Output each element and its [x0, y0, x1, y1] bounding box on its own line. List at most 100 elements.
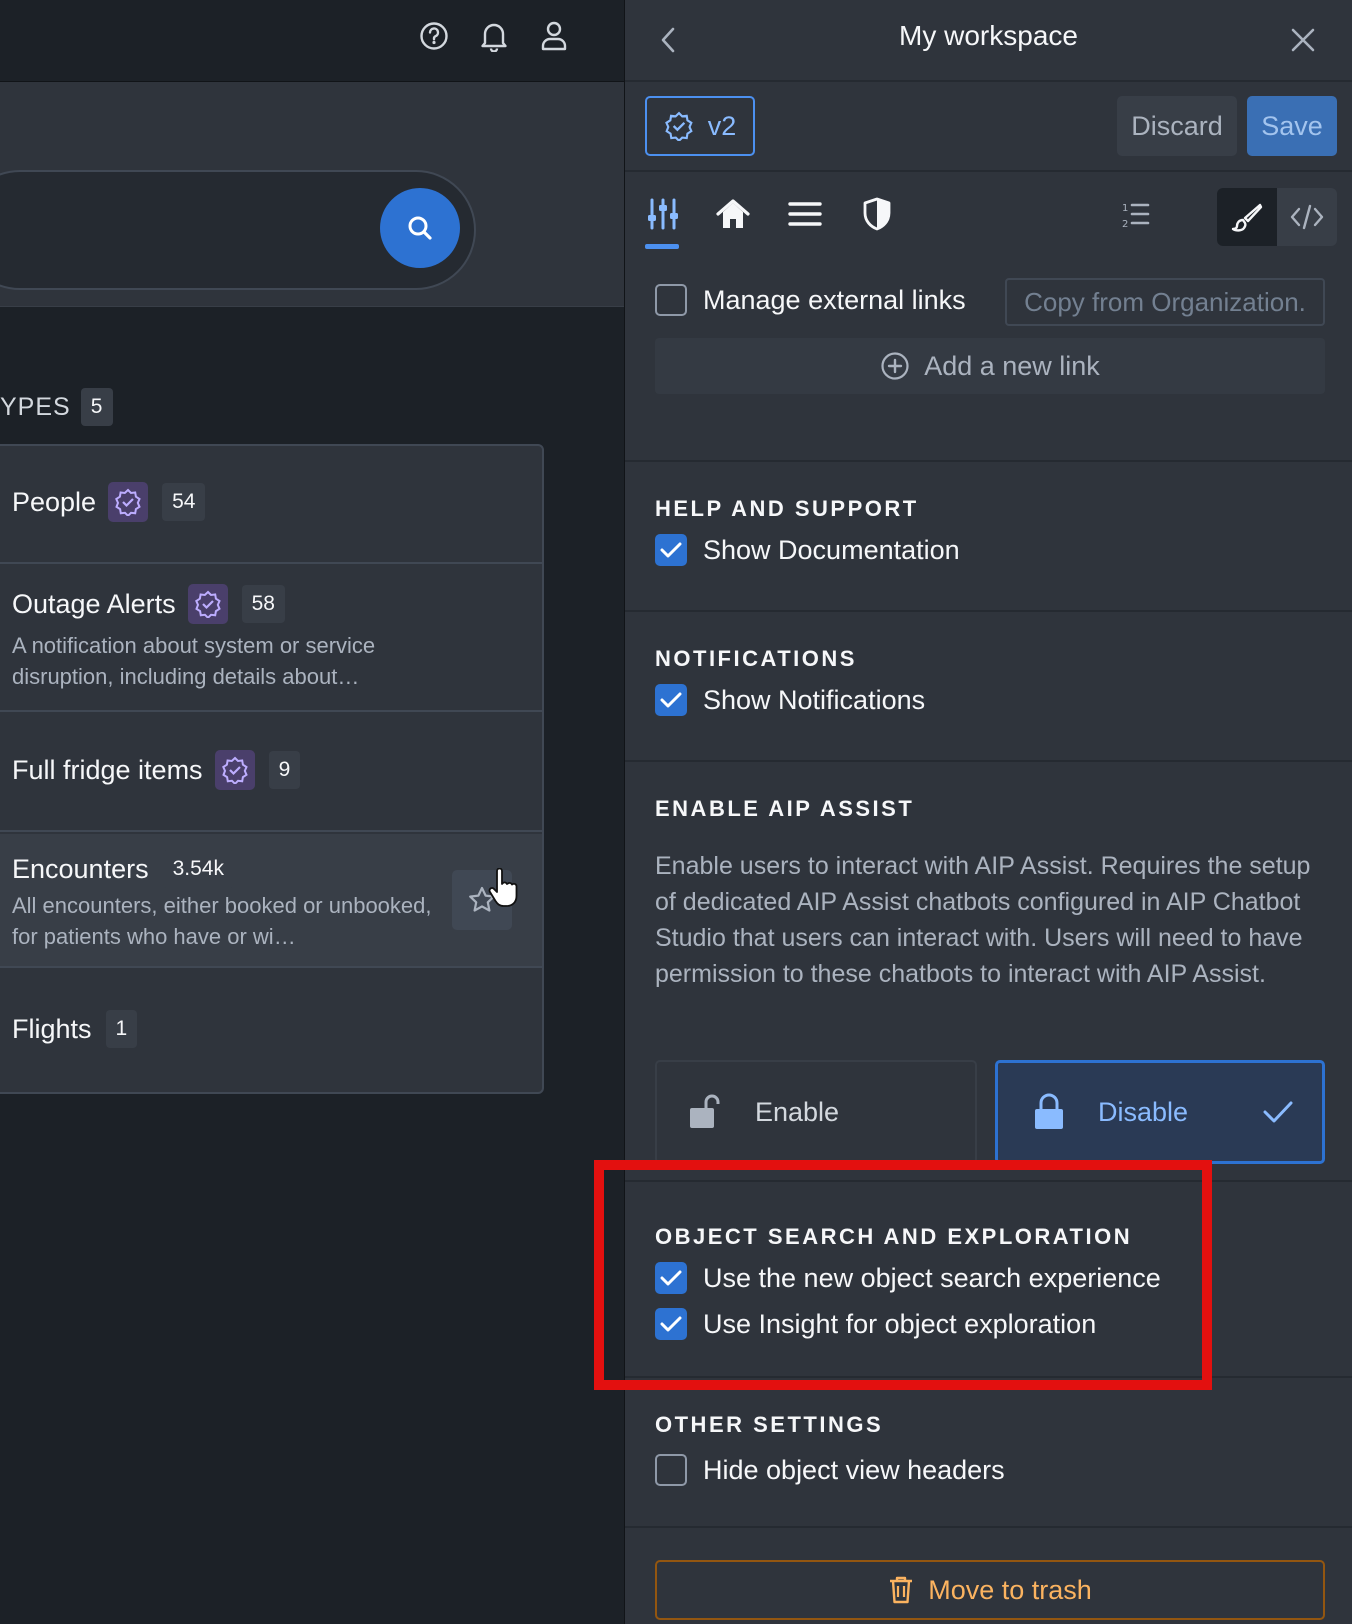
- add-new-link-button[interactable]: Add a new link: [655, 338, 1325, 394]
- disable-aip-option[interactable]: Disable: [995, 1060, 1325, 1164]
- sliders-icon: [648, 198, 678, 230]
- object-type-count: 3.54k: [162, 850, 234, 888]
- checkmark-icon: [660, 542, 682, 558]
- move-to-trash-label: Move to trash: [928, 1574, 1092, 1605]
- checkbox[interactable]: [655, 534, 687, 566]
- checkbox-label: Show Documentation: [703, 534, 960, 565]
- object-types-count: 5: [80, 388, 114, 426]
- search-button[interactable]: [380, 188, 460, 268]
- section-title: OTHER SETTINGS: [655, 1412, 884, 1437]
- discard-button[interactable]: Discard: [1117, 96, 1237, 156]
- object-type-count: 54: [162, 483, 206, 521]
- tab-menu[interactable]: [779, 188, 831, 240]
- object-type-name: Outage Alerts: [12, 588, 176, 619]
- insight-exploration-checkbox[interactable]: Use Insight for object exploration: [655, 1308, 1096, 1340]
- object-type-row-full-fridge-items[interactable]: Full fridge items 9: [0, 712, 542, 832]
- tab-settings[interactable]: [637, 188, 689, 240]
- checkbox[interactable]: [655, 684, 687, 716]
- object-type-name: Flights: [12, 1013, 92, 1044]
- active-tab-indicator: [645, 244, 679, 249]
- home-icon: [716, 199, 750, 228]
- object-search-section: OBJECT SEARCH AND EXPLORATION Use the ne…: [625, 1182, 1352, 1378]
- object-type-name: Full fridge items: [12, 754, 203, 785]
- links-section: Manage external links Copy from Organiza…: [625, 252, 1352, 462]
- object-type-row-people[interactable]: People 54: [0, 446, 542, 564]
- verified-badge-icon: [187, 584, 228, 624]
- trash-icon: [890, 1576, 913, 1604]
- panel-title: My workspace: [899, 20, 1078, 51]
- panel-header: My workspace: [625, 0, 1352, 82]
- object-types-heading: YPES 5: [0, 388, 114, 426]
- object-type-count: 1: [105, 1010, 138, 1048]
- checkbox[interactable]: [655, 284, 687, 316]
- object-type-count: 9: [268, 751, 301, 789]
- selected-check-icon: [1263, 1101, 1293, 1123]
- help-support-section: HELP AND SUPPORT Show Documentation: [625, 462, 1352, 612]
- hide-object-view-headers-checkbox[interactable]: Hide object view headers: [655, 1454, 1005, 1486]
- tab-ordered-list[interactable]: 12: [1109, 188, 1161, 240]
- version-tag-button[interactable]: v2: [645, 96, 755, 156]
- enable-label: Enable: [755, 1096, 840, 1127]
- manage-external-links-checkbox[interactable]: Manage external links: [655, 284, 966, 316]
- object-type-count: 58: [241, 585, 285, 623]
- unlock-icon: [690, 1094, 720, 1128]
- new-object-search-checkbox[interactable]: Use the new object search experience: [655, 1262, 1161, 1294]
- section-title: HELP AND SUPPORT: [655, 496, 919, 521]
- settings-tabs: 12: [625, 174, 1352, 252]
- checkmark-icon: [660, 1316, 682, 1332]
- checkbox-label: Manage external links: [703, 284, 966, 315]
- danger-section: Move to trash: [625, 1528, 1352, 1624]
- shield-icon: [863, 197, 891, 231]
- show-documentation-checkbox[interactable]: Show Documentation: [655, 534, 960, 566]
- show-notifications-checkbox[interactable]: Show Notifications: [655, 684, 925, 716]
- verified-badge-icon: [214, 750, 255, 790]
- app-topbar: [0, 0, 624, 82]
- checkbox[interactable]: [655, 1262, 687, 1294]
- section-title: ENABLE AIP ASSIST: [655, 796, 915, 821]
- verified-badge-icon: [108, 482, 149, 522]
- save-button[interactable]: Save: [1247, 96, 1337, 156]
- object-type-row-flights[interactable]: Flights 1: [0, 970, 542, 1092]
- tab-permissions[interactable]: [851, 188, 903, 240]
- notifications-section: NOTIFICATIONS Show Notifications: [625, 612, 1352, 762]
- copy-from-organization-button[interactable]: Copy from Organization.: [1005, 278, 1325, 326]
- visual-mode-button[interactable]: [1217, 188, 1277, 246]
- code-mode-button[interactable]: [1277, 188, 1337, 246]
- enable-aip-option[interactable]: Enable: [655, 1060, 977, 1164]
- search-icon: [408, 216, 432, 240]
- notifications-bell-icon[interactable]: [478, 18, 510, 54]
- version-label: v2: [707, 110, 737, 141]
- panel-toolbar: v2 Discard Save: [625, 84, 1352, 172]
- checkmark-icon: [660, 1270, 682, 1286]
- aip-assist-description: Enable users to interact with AIP Assist…: [655, 852, 1311, 988]
- svg-text:2: 2: [1122, 219, 1128, 229]
- hand-pointer-cursor-icon: [488, 868, 518, 907]
- help-icon[interactable]: [418, 18, 450, 54]
- object-type-list: People 54 Outage Alerts 58 A notificatio…: [0, 444, 544, 1094]
- object-type-description: All encounters, either booked or unbooke…: [12, 893, 432, 949]
- checkbox[interactable]: [655, 1308, 687, 1340]
- section-title: OBJECT SEARCH AND EXPLORATION: [655, 1224, 1133, 1249]
- object-explorer-pane: YPES 5 People 54 Outage Alerts 58 A noti: [0, 0, 624, 1624]
- checkbox[interactable]: [655, 1454, 687, 1486]
- tab-home[interactable]: [707, 188, 759, 240]
- object-type-row-outage-alerts[interactable]: Outage Alerts 58 A notification about sy…: [0, 564, 542, 712]
- settings-scroll-area[interactable]: Manage external links Copy from Organiza…: [625, 252, 1352, 1624]
- numbered-list-icon: 12: [1122, 203, 1150, 229]
- object-type-row-encounters[interactable]: Encounters 3.54k All encounters, either …: [0, 834, 542, 968]
- checkmark-icon: [660, 692, 682, 708]
- move-to-trash-button[interactable]: Move to trash: [655, 1560, 1325, 1620]
- object-type-name: Encounters: [12, 853, 149, 884]
- close-icon[interactable]: [1283, 20, 1323, 60]
- code-icon: [1290, 204, 1324, 230]
- user-account-icon[interactable]: [538, 18, 570, 54]
- verified-badge-icon: [664, 111, 693, 141]
- checkbox-label: Show Notifications: [703, 684, 926, 715]
- other-settings-section: OTHER SETTINGS Hide object view headers: [625, 1378, 1352, 1528]
- lock-icon: [1035, 1093, 1063, 1129]
- object-type-name: People: [12, 486, 97, 517]
- checkbox-label: Use Insight for object exploration: [703, 1308, 1097, 1339]
- paintbrush-icon: [1231, 203, 1263, 232]
- checkbox-label: Use the new object search experience: [703, 1262, 1161, 1293]
- disable-label: Disable: [1098, 1096, 1189, 1127]
